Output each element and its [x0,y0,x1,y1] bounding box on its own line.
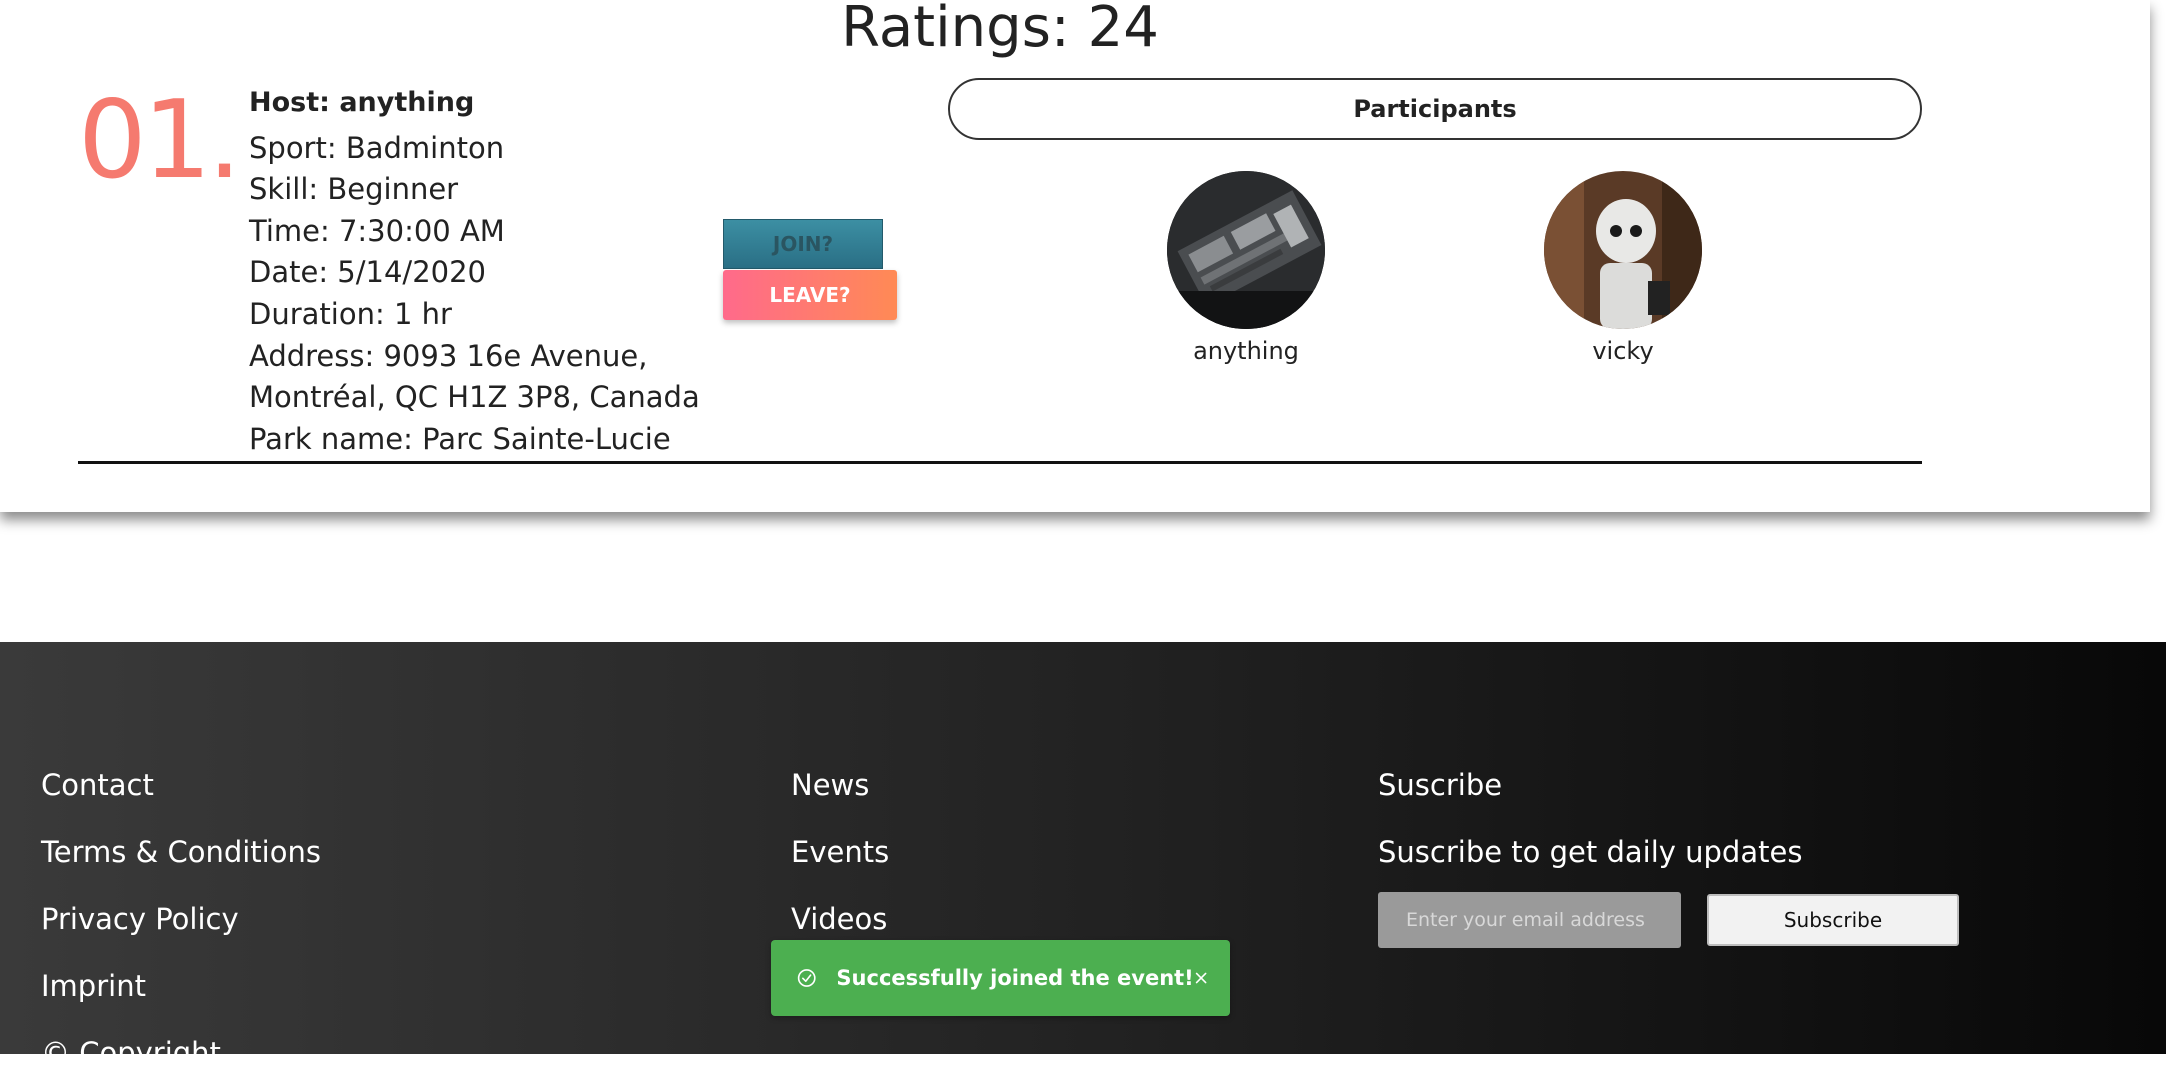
footer-column-subscribe: Suscribe Suscribe to get daily updates [1378,752,1802,886]
success-toast: Successfully joined the event! [771,940,1230,1016]
event-date: Date: 5/14/2020 [249,255,486,290]
join-button[interactable]: JOIN? [723,219,883,269]
footer-column-media: News Events Videos [791,752,889,953]
event-park: Park name: Parc Sainte-Lucie [249,421,671,456]
subscribe-subtitle: Suscribe to get daily updates [1378,835,1803,869]
divider [78,461,1922,464]
robot-photo-icon [1544,171,1702,329]
footer-link-privacy[interactable]: Privacy Policy [41,886,321,953]
footer-link-terms[interactable]: Terms & Conditions [41,819,321,886]
check-circle-icon [797,969,816,987]
participants-header: Participants [948,78,1922,140]
event-card: Ratings: 24 01. Host: anything Sport: Ba… [0,0,2150,512]
subscribe-button[interactable]: Subscribe [1707,894,1959,946]
subscribe-title: Suscribe [1378,768,1503,802]
participant-anything[interactable]: anything [1146,171,1346,365]
event-sport: Sport: Badminton [249,130,505,165]
leave-button[interactable]: LEAVE? [723,270,897,320]
subscribe-form: Subscribe [1378,892,1959,948]
event-details: Host: anything Sport: Badminton Skill: B… [249,82,719,460]
participant-name: vicky [1592,337,1654,365]
event-address-line2: Montréal, QC H1Z 3P8, Canada [249,380,700,415]
ratings-heading: Ratings: 24 [841,0,1159,60]
event-duration: Duration: 1 hr [249,296,452,331]
event-address-line1: Address: 9093 16e Avenue, [249,338,648,373]
participant-vicky[interactable]: vicky [1523,171,1723,365]
footer-link-news[interactable]: News [791,752,889,819]
toast-message: Successfully joined the event! [836,966,1194,990]
circuit-board-photo-icon [1167,171,1325,329]
event-skill: Skill: Beginner [249,172,459,207]
avatar[interactable] [1167,171,1325,329]
footer-link-imprint[interactable]: Imprint [41,953,321,1020]
footer-column-info: Contact Terms & Conditions Privacy Polic… [41,752,321,1087]
close-icon[interactable] [1194,967,1208,989]
footer-link-contact[interactable]: Contact [41,752,321,819]
footer-link-events[interactable]: Events [791,819,889,886]
avatar[interactable] [1544,171,1702,329]
email-input[interactable] [1378,892,1681,948]
event-host: Host: anything [249,87,475,118]
participant-name: anything [1193,337,1299,365]
event-number: 01. [78,78,242,203]
event-time: Time: 7:30:00 AM [249,213,505,248]
